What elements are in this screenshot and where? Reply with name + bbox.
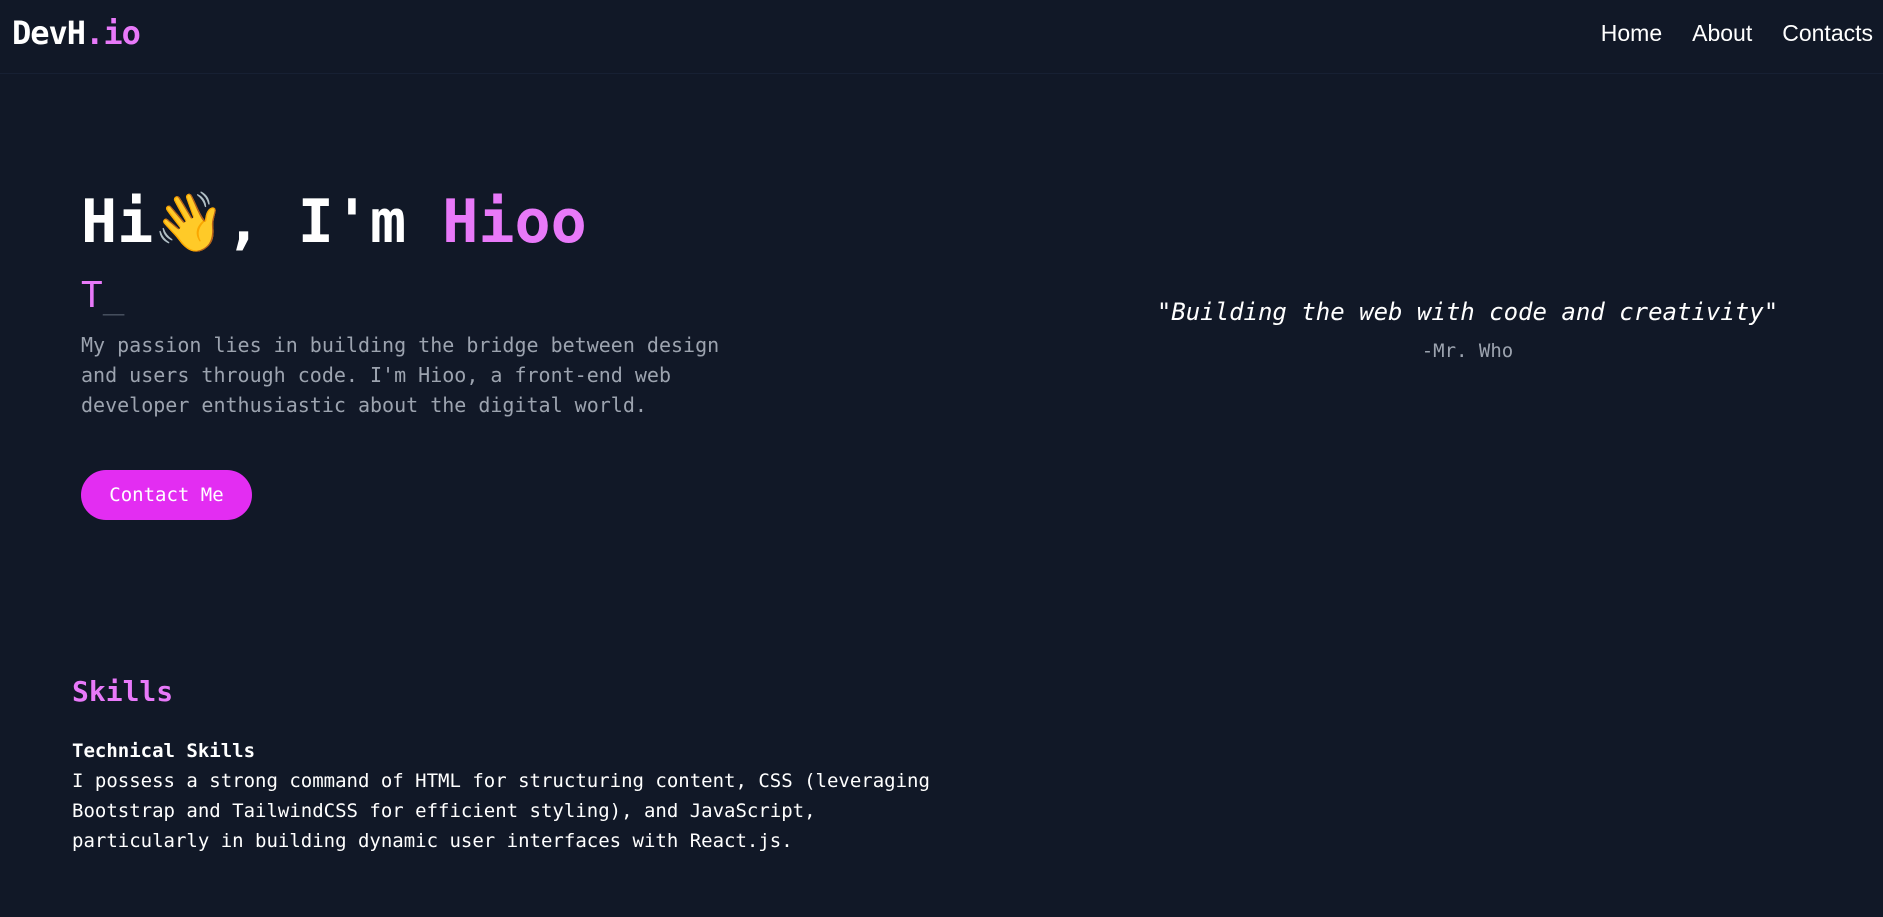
typing-text-value: T: [81, 275, 103, 316]
hero-name: Hioo: [442, 187, 587, 257]
quote-section: "Building the web with code and creativi…: [1130, 298, 1805, 362]
main-navigation: Home About Contacts: [1601, 20, 1873, 47]
waving-hand-icon: 👋: [153, 188, 226, 256]
technical-skills-description: I possess a strong command of HTML for s…: [72, 770, 930, 852]
hero-intro-phrase: , I'm: [225, 187, 443, 257]
hero-greeting: Hi: [81, 187, 154, 257]
hero-title: Hi👋, I'm Hioo: [81, 180, 881, 264]
hero-section: Hi👋, I'm Hioo T_ My passion lies in buil…: [81, 180, 881, 520]
top-navbar: DevH.io Home About Contacts: [0, 0, 1883, 74]
typing-text: T_: [81, 274, 881, 318]
quote-text: "Building the web with code and creativi…: [1156, 298, 1779, 326]
skills-section: Skills Technical Skills I possess a stro…: [72, 675, 972, 856]
technical-skills-title: Technical Skills: [72, 740, 256, 762]
nav-home-link[interactable]: Home: [1601, 20, 1662, 47]
logo-main-text: DevH: [12, 14, 86, 52]
site-logo[interactable]: DevH.io: [12, 14, 141, 52]
contact-me-button[interactable]: Contact Me: [81, 470, 252, 520]
logo-tld: io: [103, 14, 141, 52]
nav-about-link[interactable]: About: [1692, 20, 1752, 47]
logo-dot: .: [85, 14, 104, 52]
typing-cursor: _: [102, 275, 125, 316]
hero-intro-text: My passion lies in building the bridge b…: [81, 333, 720, 417]
nav-contacts-link[interactable]: Contacts: [1782, 20, 1873, 47]
quote-author: -Mr. Who: [1421, 340, 1514, 362]
skills-title: Skills: [72, 675, 174, 708]
